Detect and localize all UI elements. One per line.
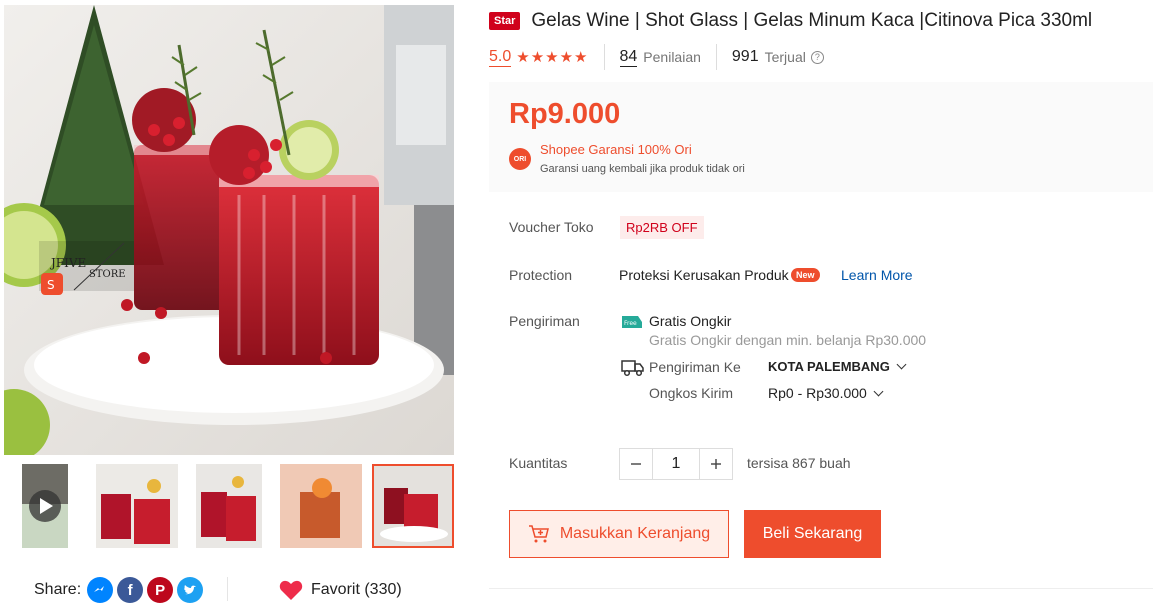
voucher-chip[interactable]: Rp2RB OFF (620, 216, 704, 239)
thumbnail-4-active[interactable] (372, 464, 454, 548)
quantity-decrease-button[interactable] (620, 449, 652, 479)
twitter-icon[interactable] (177, 577, 204, 603)
reviews-count[interactable]: 84 (619, 48, 638, 67)
pinterest-icon[interactable]: P (147, 577, 174, 603)
protection-label: Protection (509, 267, 573, 283)
thumbnail-2[interactable] (196, 464, 262, 548)
stock-remaining: tersisa 867 buah (747, 455, 851, 471)
share-label: Share: (34, 581, 82, 598)
product-price: Rp9.000 (509, 98, 621, 130)
main-product-image[interactable]: JFIVE STORE S (4, 5, 454, 455)
star-seller-badge: Star (489, 12, 521, 30)
store-watermark-line2: STORE (89, 269, 126, 280)
bottom-divider (489, 588, 1153, 589)
stats-row: 5.0 ★★★★★ 84 Penilaian 991 Terjual ? (489, 44, 824, 70)
ori-badge-icon: ORI (509, 148, 531, 170)
add-to-cart-button[interactable]: Masukkan Keranjang (509, 510, 729, 558)
shipping-cost-value: Rp0 - Rp30.000 (768, 385, 867, 401)
free-shipping-title: Gratis Ongkir (649, 313, 732, 329)
messenger-icon[interactable] (87, 577, 114, 603)
shopee-bag-icon: S (47, 278, 55, 292)
thumbnail-3[interactable] (280, 464, 362, 548)
thumbnail-1[interactable] (96, 464, 178, 548)
quantity-stepper: 1 (619, 448, 733, 480)
chevron-down-icon (873, 386, 884, 397)
favorite-button[interactable]: Favorit (330) (279, 575, 402, 605)
rating-value[interactable]: 5.0 (489, 48, 512, 67)
title-row: Star Gelas Wine | Shot Glass | Gelas Min… (489, 10, 1092, 32)
help-icon[interactable]: ? (810, 50, 824, 64)
free-shipping-subtitle: Gratis Ongkir dengan min. belanja Rp30.0… (649, 332, 927, 348)
share-divider (227, 577, 228, 601)
sold-count: 991 (731, 48, 759, 65)
store-watermark-line1: JFIVE (49, 256, 86, 270)
buy-now-label: Beli Sekarang (762, 525, 863, 542)
sold-label: Terjual (764, 49, 806, 65)
quantity-input[interactable]: 1 (652, 449, 700, 479)
reviews-label: Penilaian (643, 49, 701, 65)
quantity-increase-button[interactable] (700, 449, 732, 479)
protection-text: Proteksi Kerusakan Produk (619, 267, 789, 283)
star-rating-icon: ★★★★★ (516, 49, 589, 66)
share-row: Share: f P (34, 575, 207, 605)
quantity-label: Kuantitas (509, 455, 568, 471)
svg-text:Free: Free (624, 320, 637, 327)
ship-to-value: KOTA PALEMBANG (768, 359, 890, 374)
stats-divider (603, 44, 605, 70)
facebook-icon[interactable]: f (117, 577, 144, 603)
stats-divider (715, 44, 717, 70)
product-photo: JFIVE STORE S (4, 5, 454, 455)
ship-to-dropdown[interactable]: KOTA PALEMBANG (768, 359, 907, 374)
guarantee-title[interactable]: Shopee Garansi 100% Ori (540, 142, 692, 157)
shipping-cost-label: Ongkos Kirim (649, 385, 734, 401)
shipping-label: Pengiriman (509, 313, 580, 329)
ship-to-label: Pengiriman Ke (649, 359, 741, 375)
heart-icon (279, 580, 303, 600)
guarantee-subtitle: Garansi uang kembali jika produk tidak o… (540, 163, 745, 175)
buy-now-button[interactable]: Beli Sekarang (744, 510, 881, 558)
thumbnail-video[interactable] (22, 464, 68, 548)
chevron-down-icon (896, 359, 907, 370)
thumbnail-strip (4, 464, 454, 548)
favorite-label: Favorit (330) (311, 581, 402, 598)
shipping-cost-dropdown[interactable]: Rp0 - Rp30.000 (768, 385, 884, 401)
product-title: Gelas Wine | Shot Glass | Gelas Minum Ka… (531, 10, 1093, 31)
free-shipping-icon: Free (622, 316, 642, 328)
add-to-cart-label: Masukkan Keranjang (559, 525, 711, 542)
truck-icon (621, 360, 644, 377)
price-box: Rp9.000 ORI Shopee Garansi 100% Ori Gara… (489, 82, 1153, 192)
new-badge: New (791, 268, 820, 282)
learn-more-link[interactable]: Learn More (841, 267, 913, 283)
cart-icon (528, 525, 549, 543)
voucher-label: Voucher Toko (509, 219, 594, 235)
